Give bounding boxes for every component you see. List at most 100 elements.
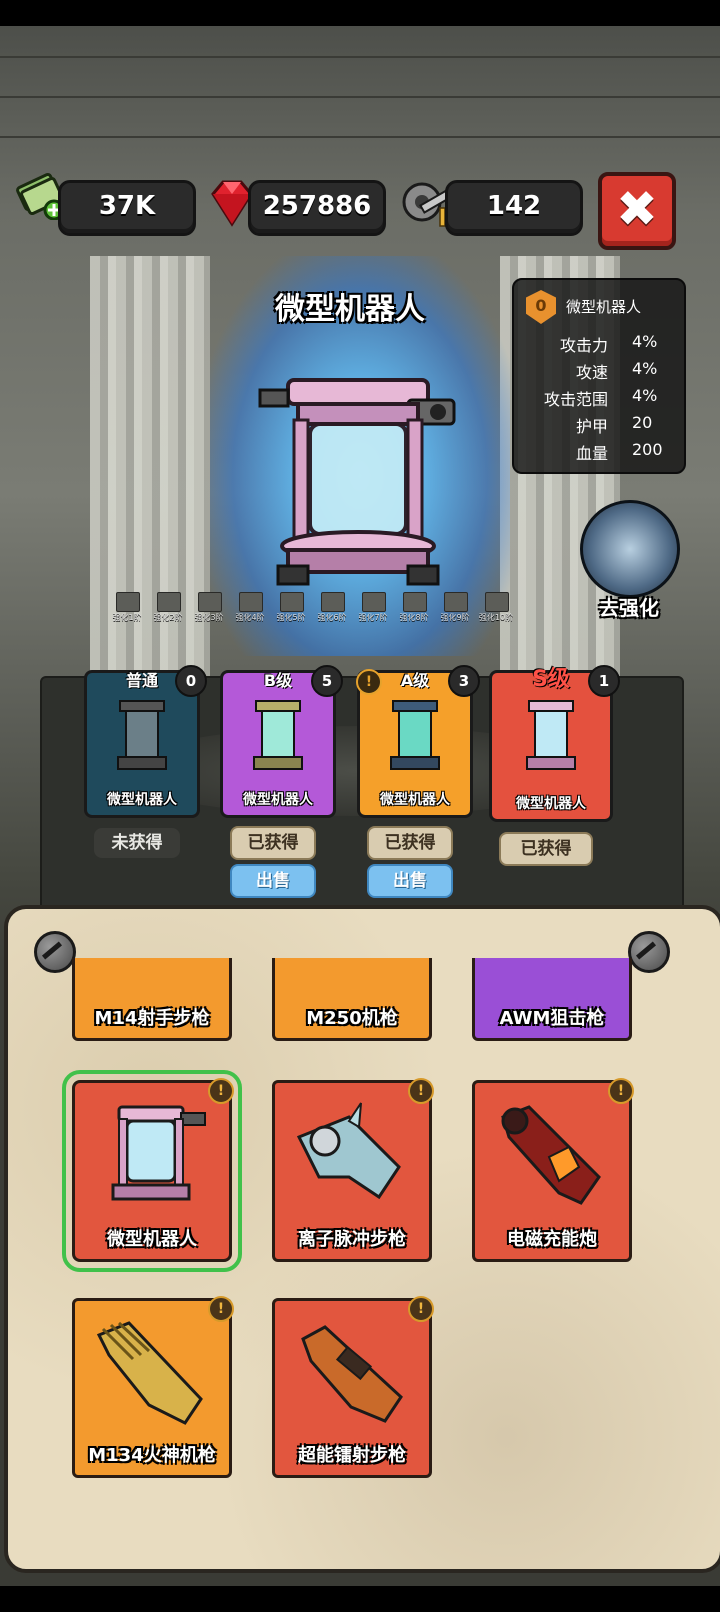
stage-item: 强化1阶 — [108, 592, 146, 626]
weapon-name: 微型机器人 — [107, 1229, 197, 1250]
weapon-card[interactable]: 超能镭射步枪 — [272, 1298, 432, 1478]
sell-button[interactable]: 出售 — [367, 864, 453, 898]
ion-pulse-rifle-image — [296, 1102, 401, 1200]
alert-icon: ! — [408, 1296, 434, 1322]
stage-icon — [198, 592, 222, 612]
cash-counter: 37K — [58, 180, 196, 236]
stat-row: 攻击力 4% — [522, 332, 680, 356]
stage-item: 强化10阶 — [477, 592, 515, 626]
stage-icon — [485, 592, 509, 612]
grade-card-a[interactable]: ! A级 3 微型机器人 — [356, 665, 480, 818]
stat-row: 护甲 20 — [522, 413, 680, 437]
stage-item: 强化3阶 — [190, 592, 228, 626]
level-value: 0 — [535, 296, 547, 315]
stat-value: 4% — [632, 386, 658, 405]
alert-icon: ! — [208, 1296, 234, 1322]
stage-label: 强化9阶 — [440, 613, 470, 622]
stage-icon — [362, 592, 386, 612]
stage-item: 强化2阶 — [149, 592, 187, 626]
micro-robot-image — [258, 378, 456, 586]
grade-count: 5 — [311, 665, 343, 697]
weapon-card[interactable]: 电磁充能炮 — [472, 1080, 632, 1262]
close-button[interactable]: ✖ — [598, 172, 676, 250]
stat-row: 血量 200 — [522, 440, 680, 464]
stat-label: 护甲 — [575, 417, 608, 436]
cash-value: 37K — [98, 191, 156, 221]
weapon-name: M134火神机枪 — [88, 1445, 216, 1466]
robot-arm-icon — [580, 500, 680, 598]
level-badge: 0 — [526, 290, 556, 324]
grade-item-name: 微型机器人 — [243, 792, 313, 808]
stage-label: 强化4阶 — [235, 613, 265, 622]
robot-thumb-icon — [253, 700, 303, 770]
stage-label: 强化5阶 — [276, 613, 306, 622]
grade-card-common[interactable]: 普通 0 微型机器人 — [84, 665, 207, 818]
stage-item: 强化9阶 — [436, 592, 474, 626]
weapon-name: 离子脉冲步枪 — [298, 1229, 406, 1250]
weapon-card-selected[interactable]: 微型机器人 — [62, 1070, 242, 1272]
alert-icon: ! — [208, 1078, 234, 1104]
stat-row: 攻击范围 4% — [522, 386, 680, 410]
weapon-card[interactable]: M250机枪 — [272, 958, 432, 1041]
sell-button[interactable]: 出售 — [230, 864, 316, 898]
weapon-name: M14射手步枪 — [94, 1008, 210, 1029]
laser-rifle-image — [301, 1325, 403, 1423]
weapon-name: M250机枪 — [306, 1008, 398, 1029]
robot-thumb-icon — [526, 700, 576, 770]
close-icon: ✖ — [616, 180, 658, 238]
parts-counter: 142 — [445, 180, 583, 236]
weapon-name: 电磁充能炮 — [507, 1229, 597, 1250]
weapon-card[interactable]: AWM狙击枪 — [472, 958, 632, 1041]
robot-thumb-icon — [117, 700, 167, 770]
item-title: 微型机器人 — [275, 292, 425, 327]
grade-item-name: 微型机器人 — [516, 796, 586, 812]
weapon-card[interactable]: M134火神机枪 — [72, 1298, 232, 1478]
grade-card-s[interactable]: S级 1 微型机器人 — [489, 665, 620, 822]
railgun-image — [501, 1105, 601, 1205]
stage-item: 强化6阶 — [313, 592, 351, 626]
enhance-stages: 强化1阶 强化2阶 强化3阶 强化4阶 强化5阶 强化6阶 强化7阶 强化8阶 … — [108, 592, 518, 626]
stage-label: 强化7阶 — [358, 613, 388, 622]
gem-counter: 257886 — [248, 180, 386, 236]
grade-count: 3 — [448, 665, 480, 697]
status-obtained: 已获得 — [499, 832, 593, 866]
grade-card-b[interactable]: B级 5 微型机器人 — [220, 665, 343, 818]
status-not-obtained: 未获得 — [94, 828, 180, 858]
stat-value: 4% — [632, 359, 658, 378]
grade-count: 1 — [588, 665, 620, 697]
go-enhance-button[interactable]: 去强化 — [574, 500, 684, 620]
stat-value: 4% — [632, 332, 658, 351]
screw-icon — [628, 931, 670, 973]
stage-icon — [403, 592, 427, 612]
stage-icon — [157, 592, 181, 612]
stage-icon — [280, 592, 304, 612]
stage-item: 强化7阶 — [354, 592, 392, 626]
stage-item: 强化8阶 — [395, 592, 433, 626]
stage-label: 强化1阶 — [112, 613, 142, 622]
stat-label: 攻速 — [575, 363, 608, 382]
weapon-name: 超能镭射步枪 — [298, 1445, 406, 1466]
screw-icon — [34, 931, 76, 973]
stat-label: 血量 — [575, 444, 608, 463]
grade-count: 0 — [175, 665, 207, 697]
status-obtained: 已获得 — [230, 826, 316, 860]
stage-icon — [116, 592, 140, 612]
stage-label: 强化3阶 — [194, 613, 224, 622]
stage-icon — [444, 592, 468, 612]
stage-label: 强化2阶 — [153, 613, 183, 622]
stage-item: 强化4阶 — [231, 592, 269, 626]
micro-robot-weapon-image — [111, 1105, 206, 1201]
stage-label: 强化8阶 — [399, 613, 429, 622]
stage-icon — [321, 592, 345, 612]
stat-label: 攻击范围 — [543, 390, 608, 409]
stats-item-name: 微型机器人 — [566, 298, 642, 316]
weapon-card[interactable]: M14射手步枪 — [72, 958, 232, 1041]
stage-label: 强化6阶 — [317, 613, 347, 622]
stat-label: 攻击力 — [559, 336, 608, 355]
status-obtained: 已获得 — [367, 826, 453, 860]
grade-item-name: 微型机器人 — [380, 792, 450, 808]
parts-value: 142 — [486, 191, 542, 221]
minigun-image — [96, 1321, 203, 1425]
robot-thumb-icon — [390, 700, 440, 770]
weapon-card[interactable]: 离子脉冲步枪 — [272, 1080, 432, 1262]
